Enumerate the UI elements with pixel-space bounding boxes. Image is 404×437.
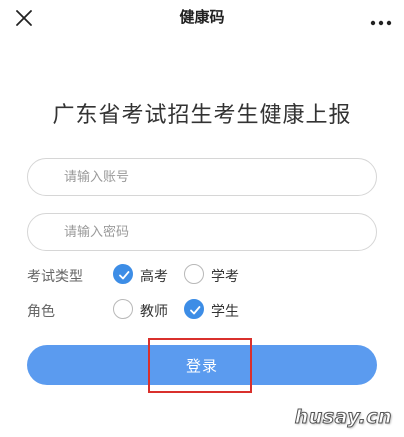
radio-unchecked-icon [113, 299, 133, 319]
account-input[interactable] [27, 158, 377, 196]
radio-gaokao-label: 高考 [140, 269, 168, 285]
radio-student-label: 学生 [211, 304, 239, 320]
page-title: 健康码 [179, 8, 225, 26]
password-input[interactable] [27, 213, 377, 251]
radio-checked-icon [113, 264, 133, 284]
top-bar: 健康码 [0, 0, 404, 36]
login-button[interactable]: 登录 [27, 345, 377, 385]
watermark: husay.cn [294, 406, 392, 429]
radio-teacher-label: 教师 [140, 304, 168, 320]
radio-checked-icon [184, 299, 204, 319]
form-heading: 广东省考试招生考生健康上报 [52, 103, 352, 128]
more-dots-icon[interactable] [370, 12, 392, 26]
exam-type-row: 考试类型 高考 学考 [27, 263, 377, 287]
role-label: 角色 [27, 304, 55, 320]
radio-unchecked-icon [184, 264, 204, 284]
role-row: 角色 教师 学生 [27, 298, 377, 322]
radio-xuekao-label: 学考 [211, 269, 239, 285]
exam-type-label: 考试类型 [27, 269, 83, 285]
